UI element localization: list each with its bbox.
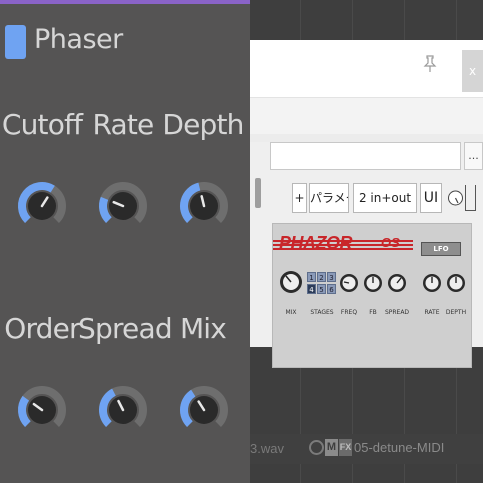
knob-rate[interactable] [97, 166, 149, 246]
close-button[interactable]: x [462, 50, 483, 92]
brand-logo: OS [381, 235, 400, 250]
app-root: 3.wav M FX 05-detune-MIDI Phaser Cutoff … [0, 0, 483, 483]
knob-label-depth: Depth [162, 108, 244, 141]
power-icon[interactable] [309, 440, 324, 455]
stage-1[interactable]: 1 [307, 272, 316, 282]
stage-6[interactable]: 6 [327, 284, 336, 294]
knob-value-arc [18, 395, 31, 427]
knob-value-arc [99, 196, 112, 223]
ui-button[interactable]: UI [420, 183, 442, 213]
knob-order[interactable] [16, 370, 68, 450]
pin-icon[interactable] [423, 55, 443, 75]
spread-label: SPREAD [384, 309, 410, 316]
phazor-depth-knob[interactable] [446, 270, 466, 298]
fx-button[interactable]: FX [339, 439, 352, 456]
mute-button[interactable]: M [325, 439, 338, 456]
phaser-panel: Phaser Cutoff Rate Depth Order Spread Mi… [0, 0, 250, 483]
knob-mix[interactable] [178, 370, 230, 450]
params-button[interactable]: パラメータ [309, 183, 349, 213]
preset-field[interactable] [270, 142, 461, 170]
knob-label-spread: Spread [78, 312, 173, 345]
phazor-spread-knob[interactable] [387, 270, 407, 298]
stage-2[interactable]: 2 [317, 272, 326, 282]
fx-window: x ... + パラメータ 2 in+out UI PHAZOR OS [250, 40, 483, 368]
lfo-toggle[interactable]: LFO [421, 242, 461, 256]
clip-name: 05-detune-MIDI [354, 440, 445, 455]
stage-3[interactable]: 3 [327, 272, 336, 282]
lfo-label: LFO [433, 245, 449, 253]
panel-title: Phaser [34, 24, 123, 55]
knob-depth[interactable] [178, 166, 230, 246]
knob-label-mix: Mix [179, 312, 227, 345]
stages-selector[interactable]: 1 2 3 4 5 6 [307, 272, 337, 298]
window-menubar [250, 97, 483, 134]
window-separator [250, 134, 483, 142]
phazor-fb-knob[interactable] [363, 270, 383, 298]
bypass-toggle[interactable] [465, 185, 476, 211]
clip-filename: 3.wav [250, 441, 284, 456]
phazor-freq-knob[interactable] [339, 270, 359, 298]
panel-accent-bar [0, 0, 250, 4]
add-button[interactable]: + [292, 183, 307, 213]
stage-5[interactable]: 5 [317, 284, 326, 294]
io-button[interactable]: 2 in+out [353, 183, 417, 213]
knob-label-order: Order [4, 312, 80, 345]
window-titlebar[interactable]: x [250, 40, 483, 97]
phazor-mix-knob[interactable] [279, 268, 303, 298]
phazor-plugin-ui: PHAZOR OS LFO MIX 1 2 3 4 5 6 STAGES FRE… [272, 223, 472, 368]
knob-spread[interactable] [97, 370, 149, 450]
stage-4[interactable]: 4 [307, 284, 316, 294]
phazor-logo: PHAZOR [279, 233, 353, 253]
scrollbar-thumb[interactable] [255, 178, 261, 208]
preset-more-button[interactable]: ... [464, 142, 483, 170]
wet-knob[interactable] [447, 183, 464, 213]
knob-label-cutoff: Cutoff [1, 108, 83, 141]
knob-cutoff[interactable] [16, 166, 68, 246]
knob-label-rate: Rate [92, 108, 154, 141]
phazor-rate-knob[interactable] [422, 270, 442, 298]
plugin-enable-toggle[interactable] [5, 25, 26, 59]
depth-label: DEPTH [445, 309, 467, 316]
